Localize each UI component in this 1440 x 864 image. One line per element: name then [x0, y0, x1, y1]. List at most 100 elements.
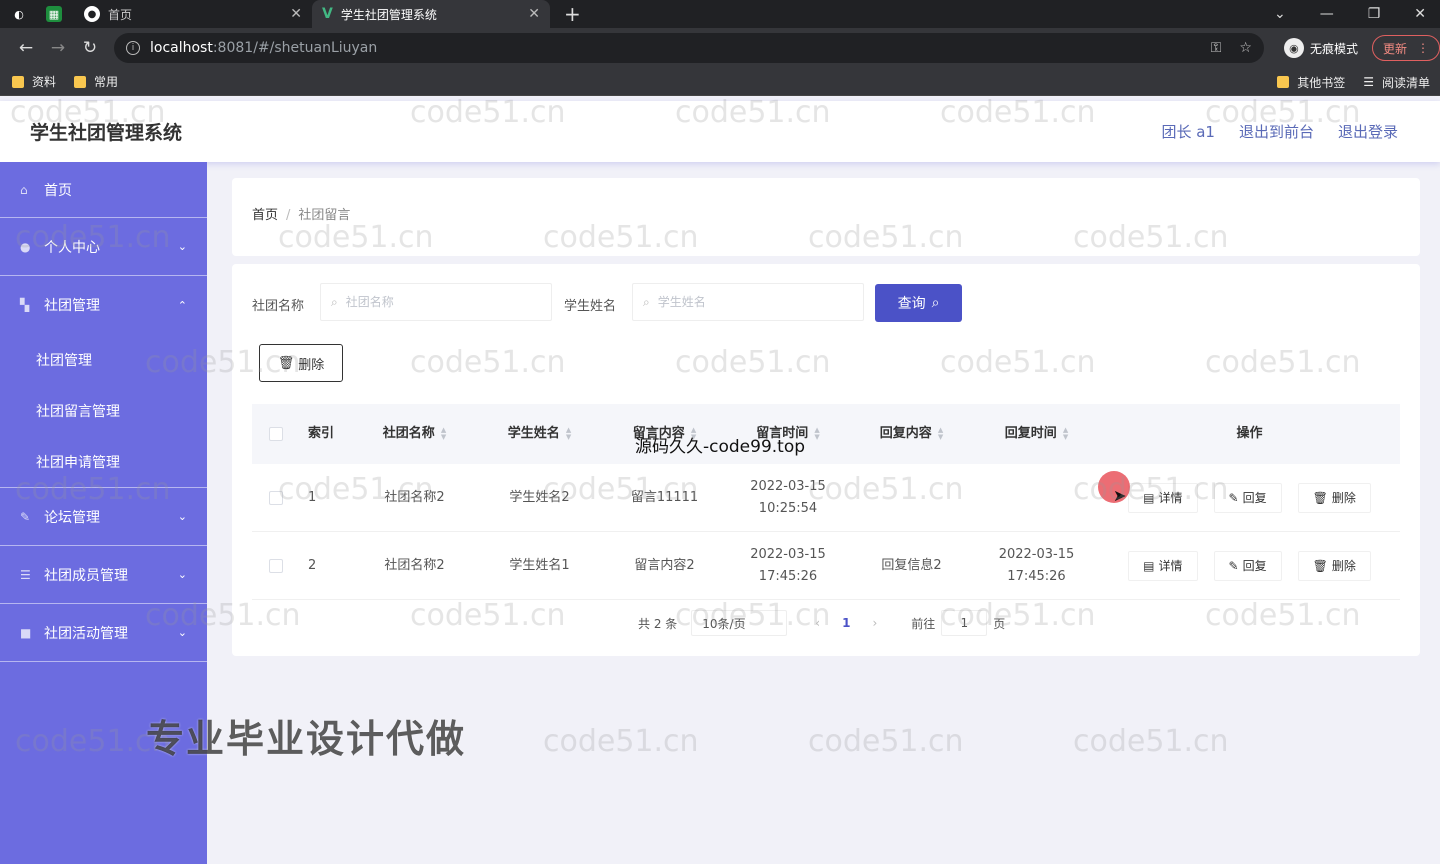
cell-message: 留言内容2	[634, 557, 695, 573]
sidebar-item-home[interactable]: ⌂ 首页	[0, 162, 207, 218]
breadcrumb-card: 首页 / 社团留言	[232, 178, 1420, 256]
col-reply-time[interactable]: 回复时间 ▲ ▼	[974, 423, 1099, 445]
key-icon[interactable]: ⚿	[1211, 40, 1222, 56]
select-all-checkbox[interactable]	[269, 427, 283, 441]
window-controls: ⌄ — ❐ ✕	[1274, 0, 1440, 28]
sheet-app-icon[interactable]: ▦	[46, 6, 62, 22]
row-checkbox[interactable]	[269, 490, 283, 505]
query-button[interactable]: 查询 ⌕	[875, 284, 962, 322]
trash-icon: 🗑	[277, 355, 295, 371]
reload-icon[interactable]: ↻	[74, 38, 106, 58]
page-unit-label: 页	[993, 616, 1006, 631]
header-links: 团长 a1 退出到前台 退出登录	[1161, 101, 1398, 162]
reading-list[interactable]: ☰ 阅读清单	[1363, 74, 1430, 91]
browser-tab-home[interactable]: ● 首页 ✕	[74, 0, 312, 28]
col-club[interactable]: 社团名称 ▲ ▼	[352, 423, 477, 445]
incognito-label: 无痕模式	[1309, 41, 1358, 56]
folder-icon	[74, 75, 87, 88]
sidebar-item-club-mgmt[interactable]: ▚ 社团管理 ⌃	[0, 276, 207, 334]
sidebar-item-label: 首页	[44, 182, 72, 199]
col-reply[interactable]: 回复内容 ▲ ▼	[849, 423, 974, 445]
sidebar-subitem-club[interactable]: 社团管理	[0, 334, 207, 385]
sort-icon[interactable]: ▲ ▼	[938, 427, 943, 441]
query-label: 查询	[897, 296, 926, 312]
close-icon[interactable]: ✕	[290, 6, 302, 22]
back-icon[interactable]: ←	[10, 38, 42, 58]
detail-button[interactable]: ▤ 详情	[1128, 550, 1198, 581]
sort-icon[interactable]: ▲ ▼	[566, 427, 571, 441]
folder-icon	[1277, 76, 1290, 88]
cell-reply-time: 2022-03-15 17:45:26	[998, 546, 1075, 584]
new-tab-icon[interactable]: +	[564, 2, 581, 26]
cell-message: 留言11111	[630, 489, 699, 505]
page-number[interactable]: 1	[842, 616, 850, 630]
chevron-down-icon: ⌄	[177, 240, 187, 253]
search-icon: ⌕	[931, 295, 940, 311]
detail-button[interactable]: ▤ 详情	[1128, 482, 1198, 513]
search-icon: ⌕	[643, 294, 650, 309]
chevron-down-icon[interactable]: ⌄	[1274, 6, 1286, 22]
breadcrumb-home[interactable]: 首页	[252, 208, 278, 223]
forward-icon[interactable]: →	[42, 38, 74, 58]
info-icon[interactable]: i	[126, 41, 140, 55]
student-filter-field[interactable]: ⌕	[632, 283, 864, 321]
restore-icon[interactable]: ❐	[1368, 6, 1381, 22]
reply-label: 回复	[1242, 490, 1267, 505]
sidebar-item-members[interactable]: ☰ 社团成员管理 ⌄	[0, 546, 207, 604]
table-row: 2 社团名称2 学生姓名1 留言内容2 2022-03-15 17:45:26 …	[252, 532, 1400, 600]
delete-button[interactable]: 🗑 删除	[1297, 482, 1371, 513]
incognito-indicator[interactable]: ◉ 无痕模式	[1283, 38, 1358, 58]
close-icon[interactable]: ✕	[528, 6, 540, 22]
goto-page-input[interactable]: 1	[941, 610, 988, 636]
sidebar-item-forum[interactable]: ✎ 论坛管理 ⌄	[0, 488, 207, 546]
browser-tab-app[interactable]: V 学生社团管理系统 ✕	[312, 0, 550, 28]
delete-button[interactable]: 🗑 删除	[1297, 550, 1371, 581]
user-name-link[interactable]: 团长 a1	[1161, 121, 1215, 142]
update-button[interactable]: 更新 ⋮	[1371, 35, 1440, 61]
front-page-link[interactable]: 退出到前台	[1239, 121, 1314, 142]
reply-button[interactable]: ✎ 回复	[1213, 550, 1282, 581]
row-checkbox[interactable]	[269, 558, 283, 573]
edit-icon: ✎	[1228, 490, 1239, 505]
cell-student: 学生姓名1	[509, 557, 570, 573]
reply-button[interactable]: ✎ 回复	[1213, 482, 1282, 513]
star-icon[interactable]: ☆	[1239, 40, 1252, 56]
url-field[interactable]: i localhost :8081/#/shetuanLiuyan ⚿ ☆	[114, 33, 1264, 63]
bookmark-label: 其他书签	[1297, 75, 1346, 90]
bookmark-folder[interactable]: 常用	[74, 73, 118, 90]
page-size-select[interactable]: 10条/页	[691, 610, 788, 636]
sidebar-subitem-club-applications[interactable]: 社团申请管理	[0, 436, 207, 487]
reading-list-icon: ☰	[1363, 75, 1374, 89]
sidebar-item-personal[interactable]: ● 个人中心 ⌄	[0, 218, 207, 276]
watermark: code51.cn	[808, 724, 964, 759]
cell-index: 2	[308, 557, 317, 573]
sidebar-subitem-club-messages[interactable]: 社团留言管理	[0, 385, 207, 436]
next-page-icon[interactable]: ›	[872, 616, 877, 630]
batch-delete-button[interactable]: 🗑 删除	[259, 344, 343, 382]
forum-icon: ✎	[20, 509, 31, 524]
club-filter-field[interactable]: ⌕	[320, 283, 552, 321]
col-index: 索引	[308, 426, 335, 441]
student-search-input[interactable]	[657, 295, 838, 309]
sidebar-item-activities[interactable]: ■ 社团活动管理 ⌄	[0, 604, 207, 662]
cell-time: 2022-03-15 10:25:54	[750, 478, 826, 516]
close-window-icon[interactable]: ✕	[1414, 6, 1426, 22]
chevron-up-icon: ⌃	[177, 298, 187, 312]
logout-link[interactable]: 退出登录	[1338, 121, 1398, 142]
site-watermark: 源码久久-code99.top	[635, 437, 806, 457]
cell-club: 社团名称2	[384, 557, 445, 573]
minimize-icon[interactable]: —	[1320, 6, 1334, 22]
document-icon: ▤	[1143, 558, 1155, 573]
bookmarks-bar: 资料 常用 其他书签 ☰ 阅读清单	[0, 68, 1440, 96]
col-student[interactable]: 学生姓名 ▲ ▼	[477, 423, 602, 445]
other-bookmarks[interactable]: 其他书签	[1277, 74, 1345, 91]
bookmark-folder[interactable]: 资料	[12, 73, 56, 90]
prev-page-icon[interactable]: ‹	[815, 616, 820, 630]
sort-icon[interactable]: ▲ ▼	[814, 427, 819, 441]
sort-icon[interactable]: ▲ ▼	[441, 427, 446, 441]
club-search-input[interactable]	[345, 295, 526, 309]
detail-label: 详情	[1158, 558, 1183, 573]
cell-index: 1	[308, 489, 317, 505]
trash-icon: 🗑	[1312, 558, 1328, 573]
sort-icon[interactable]: ▲ ▼	[1063, 427, 1068, 441]
